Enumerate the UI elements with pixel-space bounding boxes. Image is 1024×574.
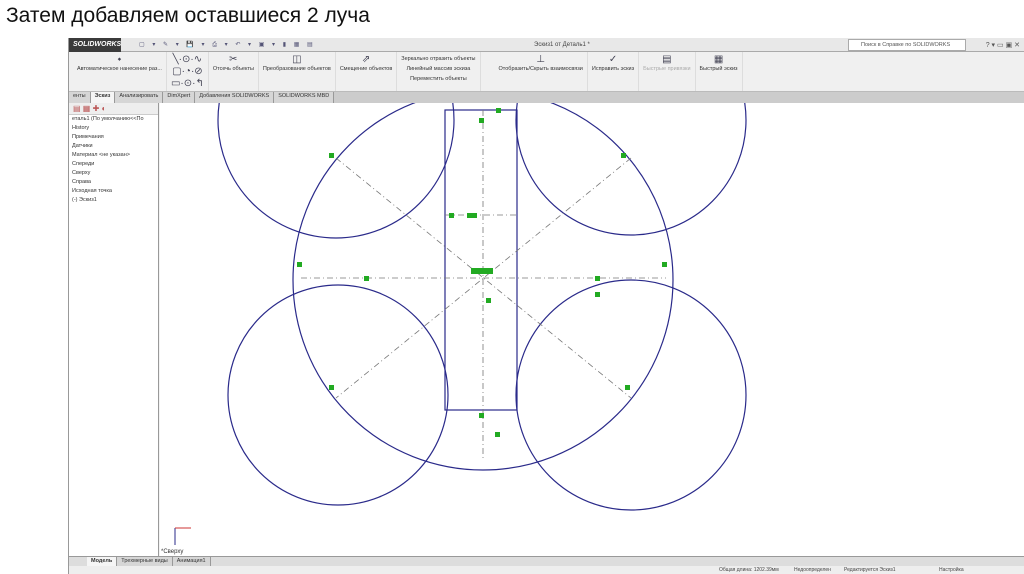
feature-tree: еталь1 (По умолчанию<<По History Примеча… bbox=[69, 115, 158, 205]
offset-button[interactable]: ⇗ Смещение объектов bbox=[336, 52, 398, 91]
panel-icons[interactable]: ▤ ▦ ✚ ◐ bbox=[69, 103, 158, 115]
status-state: Недоопределен bbox=[794, 567, 831, 573]
feature-manager: ▤ ▦ ✚ ◐ еталь1 (По умолчанию<<По History… bbox=[69, 103, 159, 556]
relation-marker bbox=[621, 153, 626, 158]
relation-marker bbox=[479, 118, 484, 123]
sketch-circle bbox=[217, 1, 455, 239]
document-title: Эскиз1 от Деталь1 * bbox=[534, 41, 590, 48]
window-controls[interactable]: ? ▾ ▭ ▣ ✕ bbox=[986, 41, 1020, 49]
origin-axes bbox=[174, 527, 191, 545]
tree-root[interactable]: еталь1 (По умолчанию<<По bbox=[69, 115, 158, 124]
relation-marker bbox=[662, 262, 667, 267]
pattern-list[interactable]: Зеркально отразить объекты Линейный масс… bbox=[397, 52, 481, 91]
quick-snaps-button[interactable]: ▤ Быстрые привязки bbox=[639, 52, 696, 91]
status-length: Общая длина: 1202.39мм bbox=[719, 567, 779, 573]
relation-marker bbox=[595, 276, 600, 281]
relation-marker bbox=[467, 213, 477, 218]
repair-icon: ✓ bbox=[608, 54, 618, 65]
rapid-sketch-button[interactable]: ▦ Быстрый эскиз bbox=[696, 52, 743, 91]
sketch-entities-icons: ╲·⊙·∿ ▢·◔·⊘ ▭·⊙·↰ bbox=[170, 54, 204, 89]
view-label: *Сверху bbox=[161, 549, 183, 555]
relation-marker bbox=[486, 298, 491, 303]
sketch-circle bbox=[515, 279, 747, 511]
title-bar: SOLIDWORKS ▢ ▾ ✎ ▾ 💾 ▾ ⎙ ▾ ↶ ▾ ▣ ▾ ▮ ▦ ▤… bbox=[69, 37, 1024, 52]
tab-model[interactable]: Модель bbox=[87, 557, 118, 566]
graphics-area[interactable]: *Сверху bbox=[160, 1, 1024, 556]
command-tabs: енты Эскиз Анализировать DimXpert Добавл… bbox=[69, 92, 1024, 103]
relation-marker bbox=[329, 153, 334, 158]
quick-access-toolbar[interactable]: ▢ ▾ ✎ ▾ 💾 ▾ ⎙ ▾ ↶ ▾ ▣ ▾ ▮ ▦ ▤ bbox=[139, 41, 316, 49]
relations-icon: ⊥ bbox=[536, 54, 546, 65]
tab-animation[interactable]: Анимация1 bbox=[172, 557, 211, 566]
tab-sketch[interactable]: Эскиз bbox=[90, 92, 116, 103]
relation-markers bbox=[297, 108, 667, 437]
show-relations-button[interactable]: ⊥ Отобразить/Скрыть взаимосвязи bbox=[495, 52, 588, 91]
relation-marker bbox=[479, 413, 484, 418]
smart-dimension-button[interactable]: ⬩ Автоматическое нанесение раз... bbox=[73, 52, 167, 91]
relation-marker bbox=[364, 276, 369, 281]
convert-button[interactable]: ◫ Преобразование объектов bbox=[259, 52, 336, 91]
sketch-circle bbox=[515, 4, 747, 236]
sketch-tools[interactable]: ╲·⊙·∿ ▢·◔·⊘ ▭·⊙·↰ bbox=[167, 52, 209, 91]
offset-icon: ⇗ bbox=[361, 54, 371, 65]
status-settings[interactable]: Настройка bbox=[939, 567, 964, 573]
tree-item[interactable]: Сверху bbox=[69, 169, 158, 178]
relation-marker bbox=[329, 385, 334, 390]
mirror-entities[interactable]: Зеркально отразить объекты bbox=[401, 54, 475, 64]
tree-item[interactable]: Справа bbox=[69, 178, 158, 187]
status-editing: Редактируется Эскиз1 bbox=[844, 567, 896, 573]
status-bar: Общая длина: 1202.39мм Недоопределен Ред… bbox=[69, 566, 1024, 574]
slide-title: Затем добавляем оставшиеся 2 луча bbox=[6, 4, 370, 27]
rapid-sketch-icon: ▦ bbox=[713, 54, 724, 65]
ribbon: ⬩ Автоматическое нанесение раз... ╲·⊙·∿ ▢·… bbox=[69, 52, 1024, 92]
dimension-icon: ⬩ bbox=[117, 54, 122, 65]
tab-mbd[interactable]: SOLIDWORKS MBD bbox=[274, 92, 335, 103]
snaps-icon: ▤ bbox=[662, 54, 672, 65]
trim-icon: ✂ bbox=[229, 54, 238, 65]
relation-marker bbox=[496, 108, 501, 113]
tab-addins[interactable]: Добавления SOLIDWORKS bbox=[195, 92, 275, 103]
solidworks-window: SOLIDWORKS ▢ ▾ ✎ ▾ 💾 ▾ ⎙ ▾ ↶ ▾ ▣ ▾ ▮ ▦ ▤… bbox=[68, 1, 1024, 574]
repair-sketch-button[interactable]: ✓ Исправить эскиз bbox=[588, 52, 640, 91]
relation-marker bbox=[449, 213, 454, 218]
relation-marker bbox=[297, 262, 302, 267]
relation-marker bbox=[625, 385, 630, 390]
trim-button[interactable]: ✂ Отсечь объекты bbox=[209, 52, 259, 91]
relation-marker bbox=[495, 432, 500, 437]
sketch-drawing[interactable]: *Сверху bbox=[160, 1, 1024, 556]
tree-item[interactable]: Примечания bbox=[69, 133, 158, 142]
logo: SOLIDWORKS bbox=[69, 37, 121, 52]
tab-3d-views[interactable]: Трехмерные виды bbox=[117, 557, 173, 566]
tree-item[interactable]: History bbox=[69, 124, 158, 133]
tab-features[interactable]: енты bbox=[69, 92, 91, 103]
tree-item[interactable]: Спереди bbox=[69, 160, 158, 169]
relation-marker bbox=[595, 292, 600, 297]
tree-item[interactable]: (-) Эскиз1 bbox=[69, 196, 158, 205]
tab-evaluate[interactable]: Анализировать bbox=[115, 92, 164, 103]
relation-marker bbox=[471, 268, 493, 274]
help-search-input[interactable]: Поиск в Справке по SOLIDWORKS bbox=[848, 39, 966, 51]
tree-item[interactable]: Датчики bbox=[69, 142, 158, 151]
sketch-circle bbox=[227, 284, 449, 506]
bottom-tabs: Модель Трехмерные виды Анимация1 bbox=[69, 556, 1024, 566]
tree-item[interactable]: Материал <не указан> bbox=[69, 151, 158, 160]
tree-item[interactable]: Исходная точка bbox=[69, 187, 158, 196]
convert-icon: ◫ bbox=[292, 54, 302, 65]
linear-pattern[interactable]: Линейный массив эскиза bbox=[406, 64, 470, 74]
move-entities[interactable]: Переместить объекты bbox=[410, 74, 467, 84]
tab-dimxpert[interactable]: DimXpert bbox=[163, 92, 196, 103]
